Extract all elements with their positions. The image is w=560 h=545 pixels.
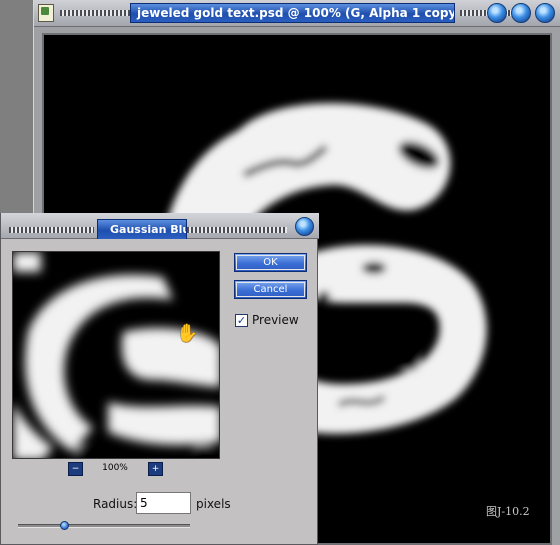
radius-slider-thumb[interactable]	[60, 521, 69, 530]
hand-cursor-icon: ✋	[176, 323, 199, 344]
title-bar-grip	[9, 227, 94, 233]
radius-unit-label: pixels	[196, 497, 231, 511]
zoom-in-button[interactable]: +	[148, 462, 163, 476]
zoom-level: 100%	[102, 463, 128, 473]
preview-artwork	[13, 252, 219, 458]
title-bar-grip	[187, 227, 287, 233]
radius-slider-track[interactable]	[18, 524, 190, 528]
gaussian-blur-dialog: Gaussian Blur ✋ − 100% + OK Cancel	[0, 213, 319, 545]
minus-icon: −	[71, 464, 80, 474]
radius-input[interactable]: 5	[136, 492, 191, 514]
cancel-button[interactable]: Cancel	[234, 280, 307, 299]
figure-caption: 图J-10.2	[486, 505, 530, 518]
plus-icon: +	[151, 464, 160, 474]
document-title-bar[interactable]: jeweled gold text.psd @ 100% (G, Alpha 1…	[34, 0, 560, 27]
radius-label: Radius:	[93, 497, 138, 511]
blur-preview[interactable]: ✋	[12, 251, 220, 459]
preview-label: Preview	[252, 313, 299, 327]
document-icon	[38, 4, 54, 22]
dialog-title: Gaussian Blur	[97, 219, 187, 239]
close-button[interactable]	[535, 3, 555, 23]
zoom-out-button[interactable]: −	[68, 462, 83, 476]
document-title: jeweled gold text.psd @ 100% (G, Alpha 1…	[130, 3, 455, 23]
dialog-close-button[interactable]	[295, 217, 314, 236]
minimize-button[interactable]	[487, 3, 507, 23]
ok-button[interactable]: OK	[234, 253, 307, 272]
maximize-button[interactable]	[511, 3, 531, 23]
dialog-title-bar[interactable]: Gaussian Blur	[1, 213, 319, 239]
checkmark-icon: ✓	[236, 314, 247, 327]
preview-checkbox[interactable]: ✓	[235, 314, 248, 327]
